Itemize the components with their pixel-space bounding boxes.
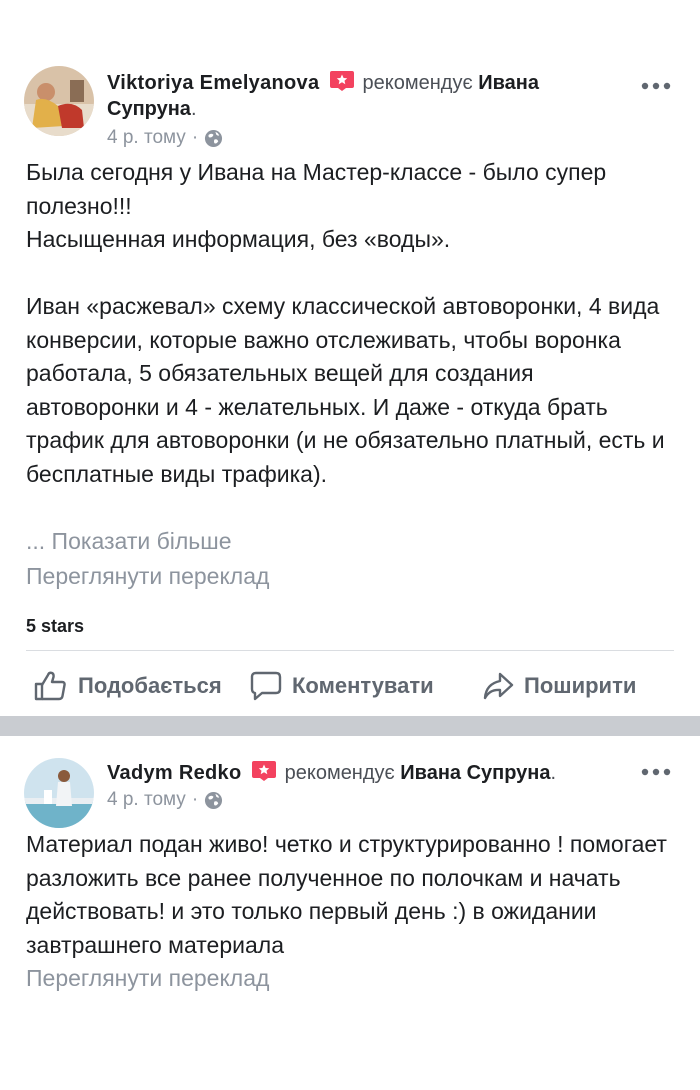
author-avatar[interactable] (24, 66, 94, 136)
comment-label: Коментувати (292, 673, 434, 698)
recommend-badge-icon (252, 761, 277, 781)
comment-bubble-icon (250, 671, 282, 701)
post-time[interactable]: 4 р. тому (107, 788, 186, 812)
header-period: . (550, 762, 557, 784)
post-body: Была сегодня у Ивана на Мастер-классе - … (26, 159, 665, 487)
see-more-link[interactable]: ... Показати більше (26, 528, 232, 555)
post-meta: 4 р. тому · (107, 126, 223, 150)
share-button[interactable]: Поширити (482, 660, 636, 712)
rating-stars: 5 stars (26, 616, 85, 636)
post-meta: 4 р. тому · (107, 788, 223, 812)
recommend-badge-icon (329, 71, 354, 91)
post-actions: Подобається Коментувати Поширити (0, 660, 700, 712)
more-dots-icon[interactable] (640, 80, 672, 92)
post-header: Viktoriya Emelyanova рекомендує Ивана Су… (107, 70, 610, 122)
author-name[interactable]: Viktoriya Emelyanova (107, 72, 319, 94)
comment-button[interactable]: Коментувати (250, 660, 434, 712)
share-arrow-icon (483, 672, 514, 700)
header-period: . (190, 98, 197, 120)
post-card: Vadym Redko рекомендує Ивана Супруна. 4 … (0, 736, 700, 1090)
share-label: Поширити (524, 673, 637, 698)
page-name[interactable]: Ивана Супруна (400, 762, 550, 784)
post-body: Материал подан живо! четко и структуриро… (26, 831, 667, 958)
meta-separator: · (191, 789, 199, 810)
recommend-verb: рекомендує (284, 762, 395, 784)
post-time[interactable]: 4 р. тому (107, 126, 186, 150)
like-label: Подобається (78, 673, 222, 698)
recommend-verb: рекомендує (362, 72, 473, 94)
author-name[interactable]: Vadym Redko (107, 762, 241, 784)
thumbs-up-icon (34, 671, 66, 701)
feed-separator (0, 716, 700, 736)
post-card: Viktoriya Emelyanova рекомендує Ивана Су… (0, 0, 700, 716)
globe-icon (205, 791, 223, 809)
more-dots-icon[interactable] (640, 766, 672, 778)
divider (26, 650, 674, 651)
like-button[interactable]: Подобається (34, 660, 222, 712)
see-translation-link[interactable]: Переглянути переклад (26, 563, 269, 590)
author-avatar[interactable] (24, 758, 94, 828)
globe-icon (205, 129, 223, 147)
see-translation-link[interactable]: Переглянути переклад (26, 965, 269, 992)
post-header: Vadym Redko рекомендує Ивана Супруна. (107, 760, 610, 786)
meta-separator: · (191, 127, 199, 148)
